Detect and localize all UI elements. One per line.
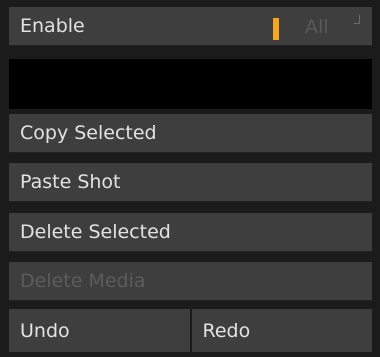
- enable-row[interactable]: Enable All: [9, 7, 372, 46]
- undo-redo-row: Undo Redo: [9, 309, 372, 352]
- separator-bar: [9, 59, 372, 109]
- undo-label: Undo: [20, 319, 70, 342]
- corner-icon: [354, 15, 360, 24]
- redo-label: Redo: [202, 319, 251, 342]
- copy-selected-item[interactable]: Copy Selected: [9, 114, 372, 153]
- context-menu: Enable All Copy Selected Paste Shot Dele…: [0, 0, 380, 357]
- delete-media-item: Delete Media: [9, 262, 372, 301]
- paste-shot-item[interactable]: Paste Shot: [9, 163, 372, 202]
- enable-accent-marker: [273, 18, 279, 40]
- enable-label: Enable: [20, 15, 85, 37]
- undo-button[interactable]: Undo: [9, 309, 190, 352]
- redo-button[interactable]: Redo: [191, 309, 372, 352]
- copy-selected-label: Copy Selected: [20, 122, 157, 144]
- enable-value[interactable]: All: [305, 7, 329, 46]
- delete-selected-item[interactable]: Delete Selected: [9, 213, 372, 252]
- delete-selected-label: Delete Selected: [20, 221, 171, 243]
- delete-media-label: Delete Media: [20, 270, 146, 292]
- paste-shot-label: Paste Shot: [20, 171, 121, 193]
